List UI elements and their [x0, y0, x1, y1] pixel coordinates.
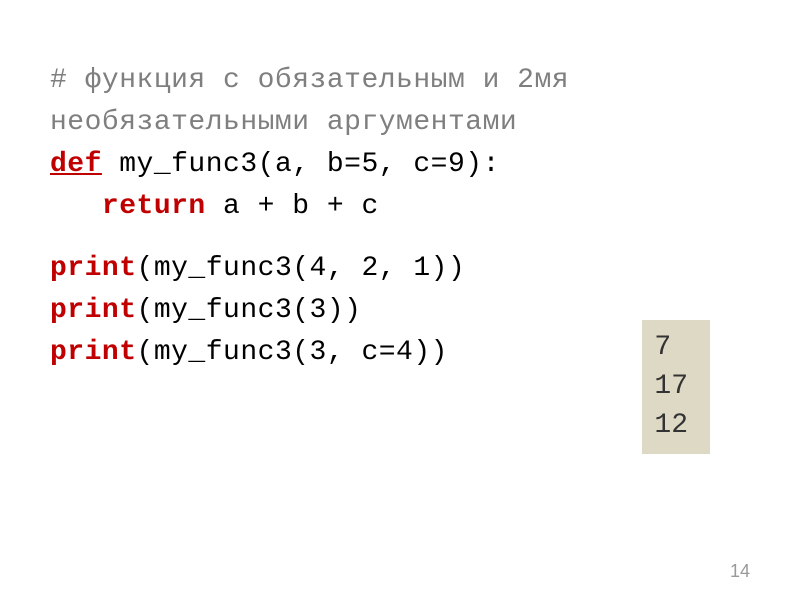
print-args-1: (my_func3(4, 2, 1)) [137, 253, 466, 284]
output-line-2: 17 [654, 367, 688, 406]
return-keyword: return [50, 191, 206, 222]
code-return-line: return a + b + c [50, 186, 750, 228]
print-args-3: (my_func3(3, c=4)) [137, 337, 448, 368]
code-comment-line-1: # функция с обязательным и 2мя [50, 60, 750, 102]
print-keyword-2: print [50, 295, 137, 326]
print-keyword-3: print [50, 337, 137, 368]
print-keyword-1: print [50, 253, 137, 284]
def-keyword: def [50, 149, 102, 180]
output-line-1: 7 [654, 328, 688, 367]
slide-content: # функция с обязательным и 2мя необязате… [0, 0, 800, 374]
print-args-2: (my_func3(3)) [137, 295, 362, 326]
def-signature: my_func3(a, b=5, c=9): [102, 149, 500, 180]
output-box: 7 17 12 [642, 320, 710, 454]
return-expression: a + b + c [206, 191, 379, 222]
blank-line [50, 228, 750, 248]
code-def-line: def my_func3(a, b=5, c=9): [50, 144, 750, 186]
code-comment-line-2: необязательными аргументами [50, 102, 750, 144]
output-line-3: 12 [654, 406, 688, 445]
page-number: 14 [730, 561, 750, 582]
code-print-1: print(my_func3(4, 2, 1)) [50, 248, 750, 290]
